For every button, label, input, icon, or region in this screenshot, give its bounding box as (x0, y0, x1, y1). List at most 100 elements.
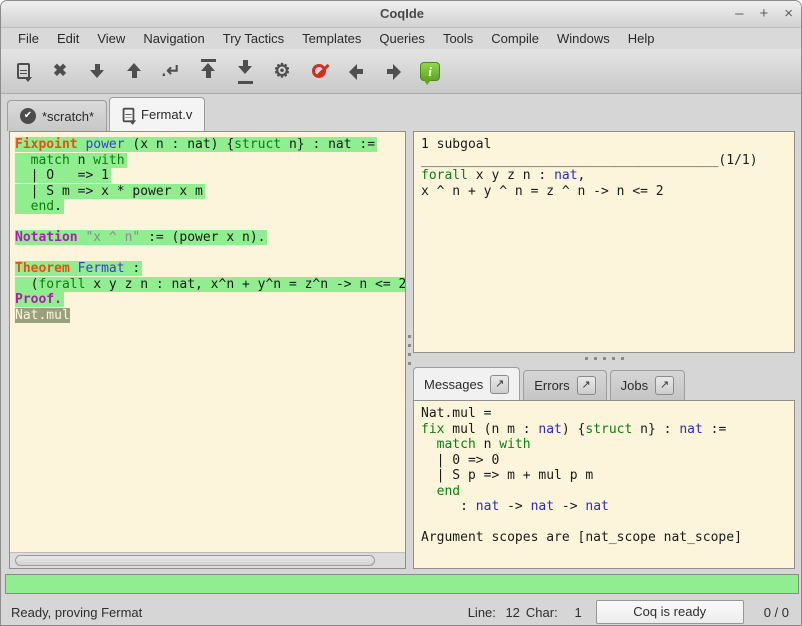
detach-icon[interactable]: ↗ (490, 375, 509, 394)
info-bubble-icon: i (420, 62, 440, 81)
window-title: CoqIde (1, 6, 802, 21)
maximize-button[interactable]: + (759, 4, 768, 24)
task-counter: 0 / 0 (764, 605, 789, 620)
progress-fill (6, 575, 798, 593)
code-line: 1 subgoal (421, 137, 794, 153)
message-tab-strip: Messages ↗ Errors ↗ Jobs ↗ (413, 364, 795, 400)
code-line: match n with (15, 153, 405, 169)
code-line: Theorem Fermat : (15, 261, 405, 277)
editor-horizontal-scrollbar[interactable] (10, 552, 405, 568)
menu-templates[interactable]: Templates (293, 29, 370, 48)
horizontal-splitter[interactable] (413, 353, 795, 364)
menu-help[interactable]: Help (619, 29, 664, 48)
tab-label: Messages (424, 377, 483, 392)
tab-label: Jobs (621, 378, 648, 393)
tab-label: Fermat.v (141, 107, 192, 122)
script-editor[interactable]: Fixpoint power (x n : nat) {struct n} : … (10, 132, 405, 552)
code-line: : nat -> nat -> nat (421, 499, 794, 515)
close-buffer-button[interactable]: ✖ (48, 58, 72, 84)
tab-scratch[interactable]: ✔*scratch* (7, 100, 107, 131)
vertical-splitter[interactable] (406, 131, 413, 569)
go-to-end-button[interactable] (233, 58, 257, 84)
previous-button[interactable] (344, 58, 368, 84)
line-label: Line: (468, 605, 496, 620)
next-button[interactable] (381, 58, 405, 84)
code-line: | O => 1 (15, 168, 405, 184)
code-line: forall x y z n : nat, (421, 168, 794, 184)
backward-one-step-button[interactable] (122, 58, 146, 84)
arrow-up-icon (127, 63, 142, 79)
tab-fermat-v[interactable]: Fermat.v (109, 97, 205, 131)
menu-navigation[interactable]: Navigation (134, 29, 213, 48)
menu-windows[interactable]: Windows (548, 29, 619, 48)
go-to-cursor-button[interactable]: .↵ (159, 58, 183, 84)
scrollbar-thumb[interactable] (15, 555, 375, 566)
code-line: Nat.mul (15, 308, 405, 324)
progress-bar (5, 574, 799, 594)
menu-compile[interactable]: Compile (482, 29, 548, 48)
menu-queries[interactable]: Queries (370, 29, 434, 48)
detach-icon[interactable]: ↗ (577, 376, 596, 395)
code-line: x ^ n + y ^ n = z ^ n -> n <= 2 (421, 184, 794, 200)
coq-status-indicator: Coq is ready (596, 600, 744, 624)
gear-icon: ⚙ (273, 60, 290, 83)
code-line: Argument scopes are [nat_scope nat_scope… (421, 530, 794, 546)
code-line: Notation "x ^ n" := (power x n). (15, 230, 405, 246)
about-button[interactable]: i (418, 58, 442, 84)
editor-panel[interactable]: Fixpoint power (x n : nat) {struct n} : … (9, 131, 406, 569)
code-line (421, 515, 794, 531)
close-icon: ✖ (53, 61, 67, 81)
code-line: end (421, 484, 794, 500)
code-line: Nat.mul = (421, 406, 794, 422)
close-button[interactable]: × (784, 4, 793, 24)
status-message: Ready, proving Fermat (11, 605, 468, 620)
code-line (15, 215, 405, 231)
minimize-button[interactable]: – (735, 4, 743, 24)
messages-panel[interactable]: Nat.mul =fix mul (n m : nat) {struct n} … (413, 400, 795, 569)
arrow-down-icon (90, 63, 105, 79)
code-line: end. (15, 199, 405, 215)
menu-file[interactable]: File (9, 29, 48, 48)
menu-tools[interactable]: Tools (434, 29, 482, 48)
arrow-right-icon (386, 63, 401, 79)
tab-label: Errors (534, 378, 569, 393)
menu-view[interactable]: View (88, 29, 134, 48)
code-line: | S p => m + mul p m (421, 468, 794, 484)
code-line (15, 246, 405, 262)
return-arrow-icon: .↵ (162, 61, 181, 81)
arrow-up-to-start-icon (201, 59, 216, 84)
tab-jobs[interactable]: Jobs ↗ (610, 370, 685, 400)
tab-strip: ✔*scratch* Fermat.v (1, 94, 802, 131)
code-line: | 0 => 0 (421, 453, 794, 469)
code-line: Proof. (15, 292, 405, 308)
save-button[interactable] (11, 58, 35, 84)
tab-errors[interactable]: Errors ↗ (523, 370, 606, 400)
char-label: Char: (526, 605, 558, 620)
line-value: 12 (502, 605, 520, 620)
code-line: (forall x y z n : nat, x^n + y^n = z^n -… (15, 277, 405, 293)
main-area: Fixpoint power (x n : nat) {struct n} : … (1, 131, 802, 571)
toolbar: ✖ .↵ ⚙ i (1, 49, 802, 94)
title-bar[interactable]: CoqIde – + × (1, 1, 802, 28)
goals-panel[interactable]: 1 subgoal_______________________________… (413, 131, 795, 353)
code-line: Fixpoint power (x n : nat) {struct n} : … (15, 137, 405, 153)
code-line: match n with (421, 437, 794, 453)
detach-icon[interactable]: ↗ (655, 376, 674, 395)
menu-bar: FileEditViewNavigationTry TacticsTemplat… (1, 28, 802, 49)
interrupt-button[interactable] (307, 58, 331, 84)
forward-one-step-button[interactable] (85, 58, 109, 84)
status-bar: Ready, proving Fermat Line: 12 Char: 1 C… (1, 597, 802, 626)
arrow-down-to-end-icon (238, 59, 253, 84)
code-line: ______________________________________(1… (421, 153, 794, 169)
menu-edit[interactable]: Edit (48, 29, 88, 48)
no-entry-icon (309, 61, 329, 81)
tab-label: *scratch* (42, 109, 94, 124)
tab-messages[interactable]: Messages ↗ (413, 367, 520, 400)
restart-button[interactable] (196, 58, 220, 84)
menu-try-tactics[interactable]: Try Tactics (214, 29, 293, 48)
arrow-left-icon (349, 63, 364, 79)
file-icon (123, 107, 135, 121)
code-line: fix mul (n m : nat) {struct n} : nat := (421, 422, 794, 438)
char-value: 1 (564, 605, 582, 620)
fully-check-button[interactable]: ⚙ (270, 58, 294, 84)
